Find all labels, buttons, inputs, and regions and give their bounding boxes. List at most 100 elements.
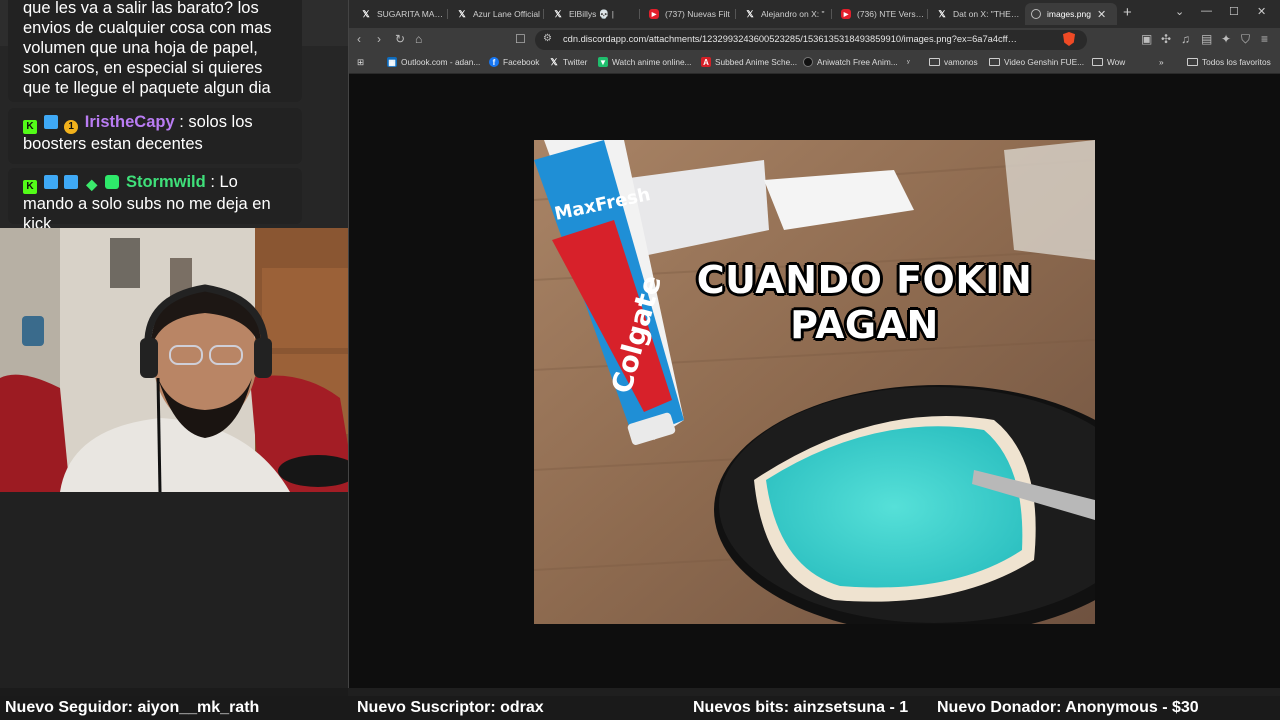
aniwatch-icon [803, 57, 813, 67]
tab-separator [735, 9, 736, 19]
taskbar-remnant [0, 688, 348, 696]
meme-caption-line2: PAGAN [790, 303, 939, 347]
window-close-icon[interactable]: ✕ [1257, 5, 1266, 18]
minimize-icon[interactable]: — [1201, 5, 1212, 17]
meme-caption: CUANDO FOKIN PAGAN [534, 258, 1095, 348]
chat-message: K ◆ Stormwild : Lo mando a solo subs no … [8, 168, 302, 233]
meme-caption-line1: CUANDO FOKIN [696, 258, 1033, 302]
kick-badge-icon: K [23, 180, 37, 194]
youtube-icon: ▶ [841, 9, 851, 19]
tab[interactable]: 𝕏 Alejandro on X: " [739, 3, 829, 25]
tab-separator [447, 9, 448, 19]
bookmark-icon[interactable]: ☐ [515, 32, 526, 46]
x-logo-icon: 𝕏 [458, 8, 466, 19]
tab-label: (737) Nuevas Filt [665, 9, 730, 19]
puzzle-icon[interactable]: ✣ [1161, 32, 1171, 46]
page-viewport: Colgate MaxFresh CUANDO FOKIN PAGAN [349, 75, 1280, 688]
bookmark-item[interactable]: Aniwatch Free Anim... [803, 57, 898, 67]
address-bar[interactable]: ⚙ cdn.discordapp.com/attachments/1232993… [535, 30, 1087, 50]
subscriber-badge-icon [64, 175, 79, 189]
gift-badge-icon: 1 [64, 120, 79, 134]
tab-label: Alejandro on X: " [761, 9, 825, 19]
bookmark-label: Aniwatch Free Anim... [817, 57, 898, 67]
bookmark-label: Facebook [503, 57, 540, 67]
tab-label: SUGARITA MAGN [377, 9, 447, 19]
bookmark-item[interactable]: ▦ Outlook.com - adan... [387, 57, 480, 67]
close-tab-icon[interactable]: ✕ [1097, 8, 1106, 21]
moderator-badge-icon [43, 175, 58, 189]
new-follower-alert: Nuevo Seguidor: aiyon__mk_rath [5, 699, 260, 716]
tab[interactable]: 𝕏 SUGARITA MAGN [355, 3, 447, 25]
tab-separator [639, 9, 640, 19]
apps-grid-icon[interactable]: ⊞ [357, 57, 364, 67]
tab-label: ElBillys 💀 | [569, 8, 614, 19]
x-logo-icon: 𝕏 [938, 8, 946, 19]
outlook-icon: ▦ [387, 57, 397, 67]
bookmark-item[interactable]: A Subbed Anime Sche... [701, 57, 797, 67]
tab-label: Azur Lane Official [473, 9, 540, 19]
chat-username[interactable]: Stormwild [126, 173, 206, 191]
vpn-icon[interactable]: ⛉ [1241, 32, 1250, 47]
bookmark-folder[interactable]: Todos los favoritos [1187, 57, 1271, 67]
stream-alerts-bar: Nuevo Seguidor: aiyon__mk_rath Nuevo Sus… [0, 696, 1280, 720]
bookmark-item[interactable]: f Facebook [489, 57, 539, 67]
folder-icon [929, 58, 940, 66]
tab-separator [543, 9, 544, 19]
home-icon[interactable]: ⌂ [415, 32, 422, 46]
chat-separator: : [205, 173, 220, 191]
bookmark-label: Outlook.com - adan... [401, 57, 481, 67]
meme-image[interactable]: Colgate MaxFresh CUANDO FOKIN PAGAN [534, 140, 1095, 624]
menu-icon[interactable]: ≡ [1261, 32, 1268, 46]
tab[interactable]: 𝕏 Azur Lane Official [451, 3, 541, 25]
tab-separator [831, 9, 832, 19]
bookmark-label: Video Genshin FUE... [1004, 57, 1085, 67]
bookmark-item[interactable]: ▼ Watch anime online... [598, 57, 691, 67]
bookmark-folder[interactable]: Wow [1092, 57, 1125, 67]
chat-message-text: que les va a salir las barato? los envio… [23, 0, 272, 97]
bookmark-label: Twitter [563, 57, 588, 67]
url-text[interactable]: cdn.discordapp.com/attachments/123299324… [563, 34, 1023, 44]
reload-icon[interactable]: ↻ [395, 32, 405, 46]
bookmark-label: Watch anime online... [612, 57, 692, 67]
extension-icon[interactable]: ▣ [1141, 32, 1152, 46]
folder-icon [1092, 58, 1103, 66]
bookmark-item[interactable]: 𝕏 Twitter [549, 57, 588, 68]
tab-separator [927, 9, 928, 19]
meme-photo: Colgate MaxFresh [534, 140, 1095, 624]
back-icon[interactable]: ‹ [357, 32, 361, 46]
bookmark-folder[interactable]: Video Genshin FUE... [989, 57, 1084, 67]
globe-icon [1031, 9, 1041, 19]
facebook-icon: f [489, 57, 499, 67]
wallet-icon[interactable]: ▤ [1201, 32, 1212, 46]
tab-active[interactable]: images.png ✕ [1025, 3, 1117, 25]
subscriber-badge-icon [43, 115, 58, 129]
more-bookmarks-icon[interactable]: » [1159, 57, 1164, 67]
browser-window: 𝕏 SUGARITA MAGN 𝕏 Azur Lane Official 𝕏 E… [348, 0, 1280, 688]
bookmark-folder[interactable]: vamonos [929, 57, 978, 67]
music-icon[interactable]: ♫ [1181, 32, 1190, 46]
maximize-icon[interactable]: ☐ [1229, 5, 1239, 18]
extra-bookmark-icon[interactable]: ʸ [907, 57, 910, 67]
tab[interactable]: ▶ (736) NTE Version [835, 3, 925, 25]
webcam-image [0, 228, 356, 492]
new-bits-alert: Nuevos bits: ainzsetsuna - 1 [693, 699, 909, 716]
new-tab-icon[interactable]: + [1123, 4, 1132, 21]
tab[interactable]: 𝕏 Dat on X: "THEY F [931, 3, 1021, 25]
tab[interactable]: 𝕏 ElBillys 💀 | [547, 3, 637, 25]
navigation-toolbar: ‹ › ↻ ⌂ ☐ ⚙ cdn.discordapp.com/attachmen… [349, 28, 1280, 52]
leo-ai-icon[interactable]: ✦ [1221, 32, 1231, 46]
x-logo-icon: 𝕏 [746, 8, 754, 19]
chat-separator: : [174, 113, 189, 131]
tab-label: images.png [1047, 9, 1091, 19]
tab[interactable]: ▶ (737) Nuevas Filt [643, 3, 733, 25]
site-info-icon[interactable]: ⚙ [543, 33, 552, 44]
tab-label: (736) NTE Version [857, 9, 925, 19]
folder-icon [1187, 58, 1198, 66]
new-donor-alert: Nuevo Donador: Anonymous - $30 [937, 699, 1199, 716]
forward-icon[interactable]: › [377, 32, 381, 46]
tab-search-chevron-icon[interactable]: ⌄ [1175, 5, 1184, 18]
bookmark-label: Subbed Anime Sche... [715, 57, 798, 67]
chat-username[interactable]: IristheCapy [85, 113, 175, 131]
youtube-icon: ▶ [649, 9, 659, 19]
chat-message: que les va a salir las barato? los envio… [8, 0, 302, 102]
